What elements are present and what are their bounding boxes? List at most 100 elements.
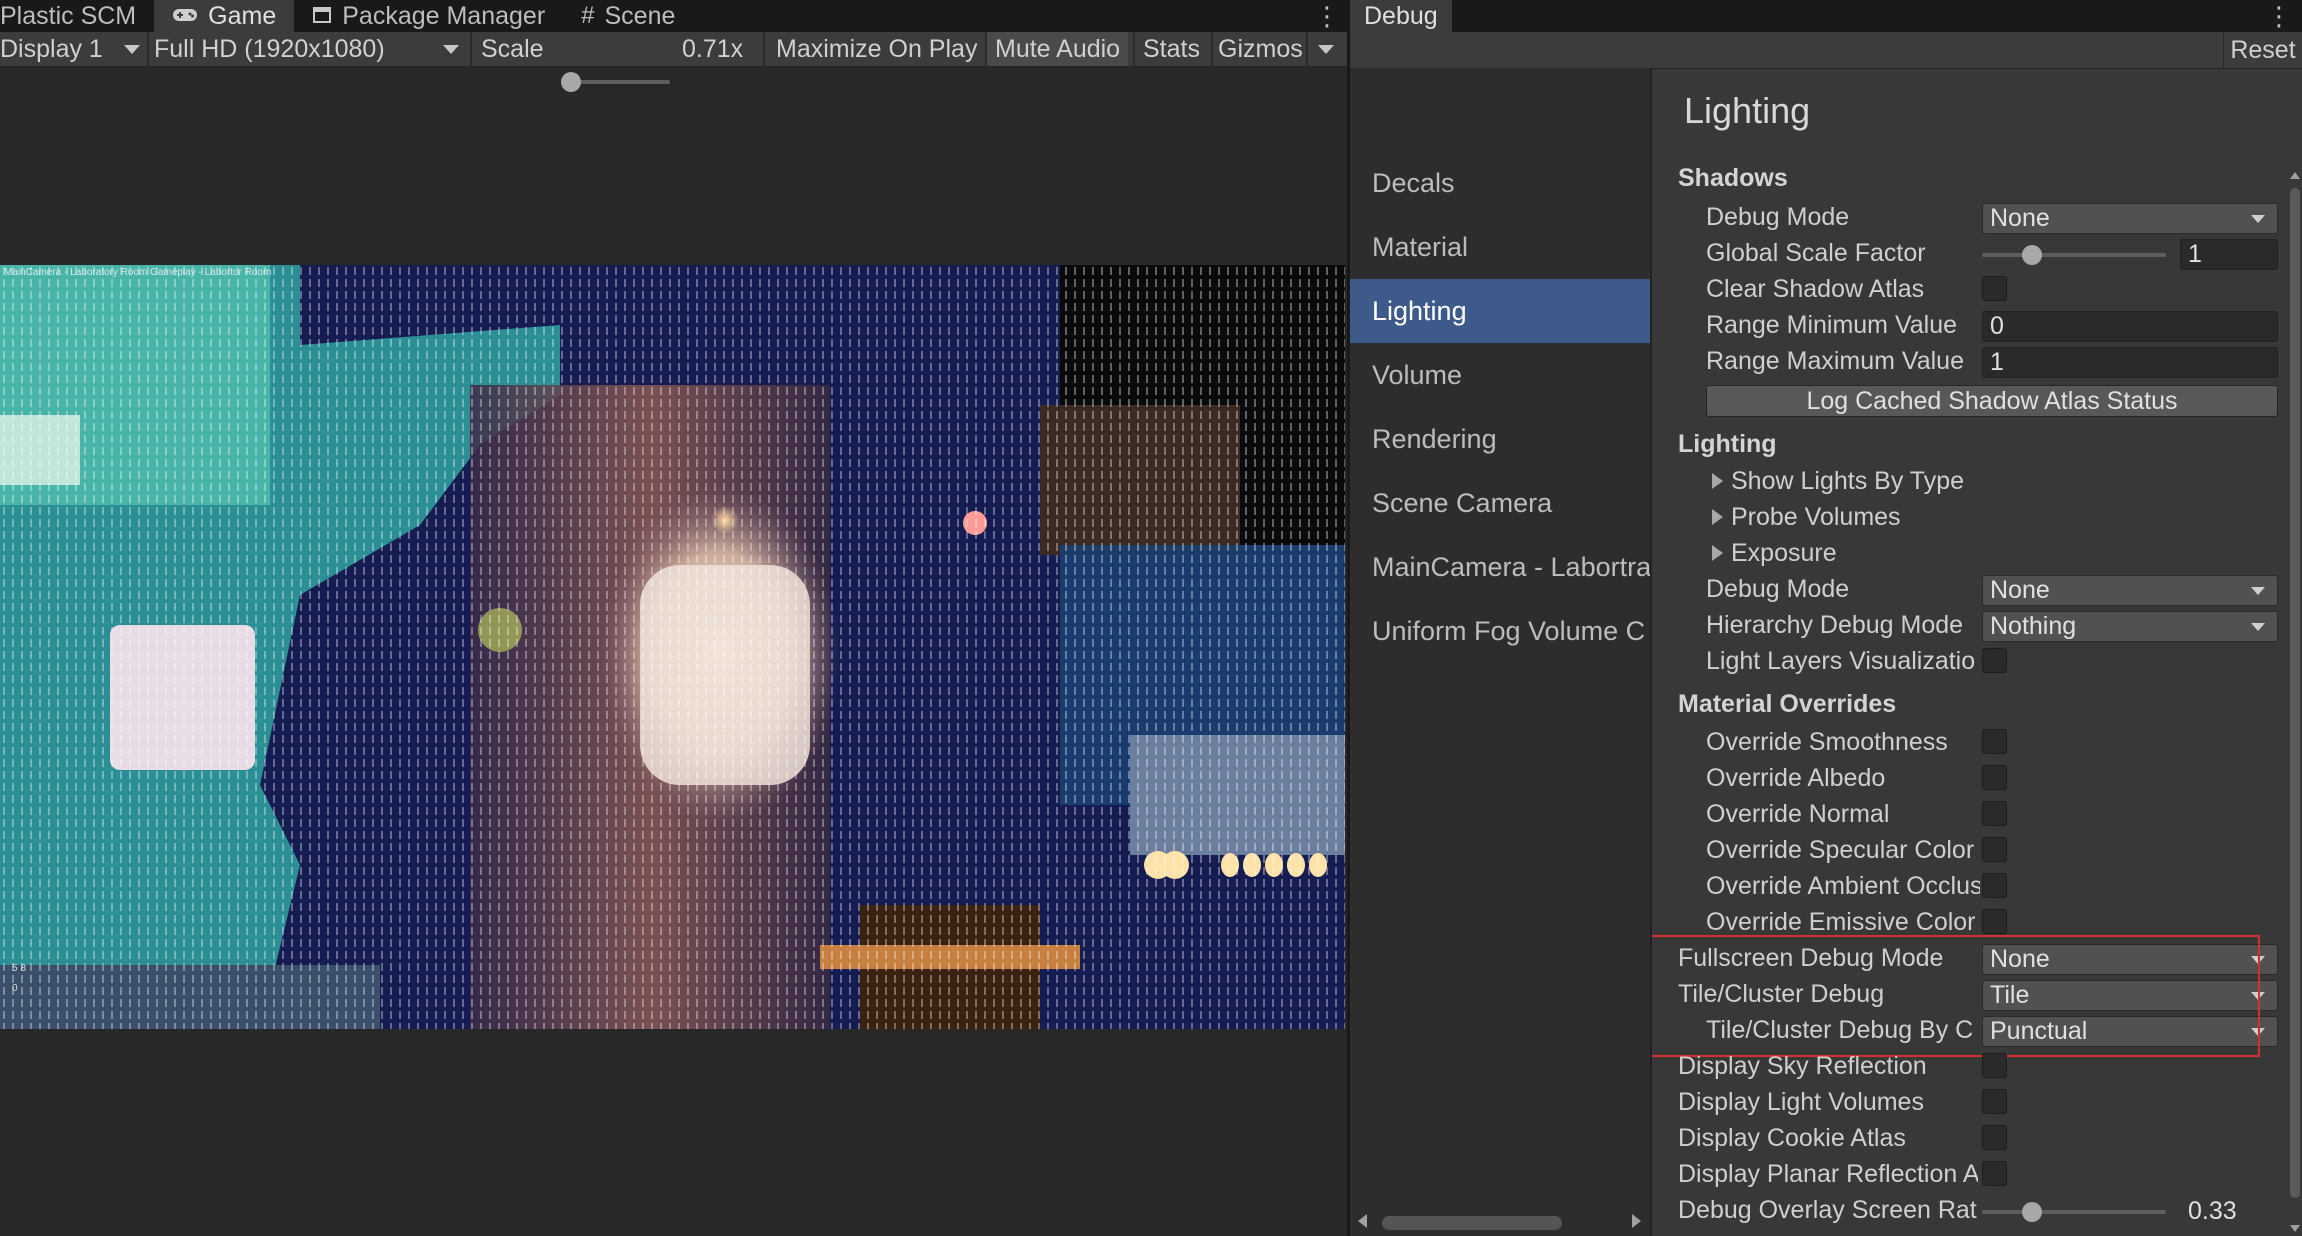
lighting-debug-mode-value: None	[1990, 576, 2050, 604]
clear-shadow-atlas-checkbox[interactable]	[1982, 276, 2007, 301]
tile-cluster-debug-by-category-label: Tile/Cluster Debug By C	[1706, 1016, 1974, 1044]
nav-item-rendering[interactable]: Rendering	[1350, 407, 1650, 471]
nav-item-volume[interactable]: Volume	[1350, 343, 1650, 407]
gizmos-label: Gizmos	[1218, 34, 1303, 63]
nav-horizontal-scrollbar[interactable]	[1350, 1208, 1650, 1236]
global-scale-factor-knob[interactable]	[2021, 245, 2042, 265]
maximize-on-play-toggle[interactable]: Maximize On Play	[766, 32, 987, 66]
display-planar-reflection-checkbox[interactable]	[1982, 1161, 2007, 1186]
light-layers-visualization-checkbox[interactable]	[1982, 648, 2007, 673]
stats-toggle[interactable]: Stats	[1136, 32, 1207, 66]
tab-debug-label: Debug	[1364, 1, 1438, 30]
reset-button[interactable]: Reset	[2223, 32, 2302, 68]
scroll-left-icon[interactable]	[1358, 1214, 1367, 1228]
nav-item-label: Scene Camera	[1372, 487, 1553, 518]
nav-item-decals[interactable]: Decals	[1350, 151, 1650, 215]
display-light-volumes-checkbox[interactable]	[1982, 1089, 2007, 1114]
debug-stat-text: 5 8	[12, 963, 26, 974]
panel-title: Lighting	[1684, 90, 1811, 131]
nav-item-scene-camera[interactable]: Scene Camera	[1350, 471, 1650, 535]
global-scale-factor-value: 1	[2188, 240, 2202, 268]
resolution-dropdown-label: Full HD (1920x1080)	[154, 34, 385, 63]
tile-cluster-debug-value: Tile	[1990, 981, 2030, 1009]
mute-audio-label: Mute Audio	[995, 34, 1121, 63]
tab-plastic-scm[interactable]: Plastic SCM	[0, 0, 154, 32]
nav-scroll-thumb[interactable]	[1382, 1216, 1562, 1230]
nav-item-lighting[interactable]: Lighting	[1350, 279, 1650, 343]
reset-button-label: Reset	[2230, 35, 2296, 64]
lighting-header[interactable]: Lighting	[1678, 430, 1777, 459]
display-dropdown[interactable]: Display 1	[0, 32, 145, 66]
override-albedo-checkbox[interactable]	[1982, 765, 2007, 790]
scale-label: Scale	[481, 34, 544, 63]
debug-toolbar: Reset	[1350, 32, 2302, 69]
exposure-foldout[interactable]: Exposure	[1712, 536, 1837, 570]
content-vertical-scrollbar[interactable]	[2288, 168, 2302, 1236]
hierarchy-debug-mode-dropdown[interactable]: Nothing	[1982, 611, 2278, 642]
show-lights-by-type-foldout[interactable]: Show Lights By Type	[1712, 464, 1964, 498]
nav-item-material[interactable]: Material	[1350, 215, 1650, 279]
global-scale-factor-field[interactable]: 1	[2180, 239, 2278, 270]
log-cached-shadow-atlas-button[interactable]: Log Cached Shadow Atlas Status	[1706, 385, 2278, 417]
gizmos-toggle[interactable]: Gizmos	[1213, 32, 1308, 66]
tab-package-manager[interactable]: Package Manager	[294, 0, 563, 32]
lighting-debug-mode-dropdown[interactable]: None	[1982, 575, 2278, 606]
game-window-menu-icon[interactable]: ⋮	[1314, 0, 1340, 32]
range-maximum-field[interactable]: 1	[1982, 347, 2278, 378]
fullscreen-debug-mode-dropdown[interactable]: None	[1982, 944, 2278, 975]
nav-item-label: Decals	[1372, 167, 1455, 198]
package-icon	[312, 2, 332, 31]
tile-cluster-debug-dropdown[interactable]: Tile	[1982, 980, 2278, 1011]
scroll-down-icon[interactable]	[2290, 1225, 2300, 1232]
scroll-right-icon[interactable]	[1632, 1214, 1641, 1228]
tab-plastic-scm-label: Plastic SCM	[0, 1, 137, 30]
shadow-debug-mode-dropdown[interactable]: None	[1982, 203, 2278, 234]
tab-scene[interactable]: # Scene	[563, 0, 693, 32]
display-cookie-atlas-checkbox[interactable]	[1982, 1125, 2007, 1150]
resolution-dropdown[interactable]: Full HD (1920x1080)	[154, 32, 464, 66]
content-scroll-thumb[interactable]	[2290, 188, 2300, 1198]
scale-slider-knob[interactable]	[561, 72, 582, 92]
probe-volumes-foldout[interactable]: Probe Volumes	[1712, 500, 1901, 534]
game-viewport[interactable]: MainCamera - Laboratory Room Gameplay - …	[0, 265, 1345, 1029]
override-emissive-color-checkbox[interactable]	[1982, 909, 2007, 934]
chevron-down-icon	[2251, 956, 2265, 964]
shadow-debug-mode-label: Debug Mode	[1706, 203, 1850, 231]
scale-value: 0.71x	[682, 34, 744, 63]
override-smoothness-checkbox[interactable]	[1982, 729, 2007, 754]
tile-cluster-debug-by-category-dropdown[interactable]: Punctual	[1982, 1016, 2278, 1047]
range-minimum-field[interactable]: 0	[1982, 311, 2278, 342]
range-minimum-value: 0	[1990, 312, 2004, 340]
scale-slider[interactable]	[566, 80, 670, 84]
debug-window: Debug ⋮ Reset Decals Material Lighting V…	[1350, 0, 2302, 1236]
display-light-volumes-label: Display Light Volumes	[1678, 1088, 1924, 1116]
debug-overlay-screen-ratio-slider[interactable]	[1982, 1210, 2166, 1214]
tile-cluster-debug-by-category-value: Punctual	[1990, 1017, 2088, 1045]
toolbar-separator	[1306, 32, 1308, 66]
nav-item-main-camera[interactable]: MainCamera - Labortra	[1350, 535, 1650, 599]
tab-game[interactable]: Game	[154, 0, 295, 32]
debug-overlay-screen-ratio-field[interactable]: 0.33	[2180, 1196, 2278, 1227]
tab-debug[interactable]: Debug	[1350, 0, 1452, 32]
debug-window-menu-icon[interactable]: ⋮	[2266, 0, 2292, 32]
override-specular-color-checkbox[interactable]	[1982, 837, 2007, 862]
clear-shadow-atlas-label: Clear Shadow Atlas	[1706, 275, 1925, 303]
material-overrides-header[interactable]: Material Overrides	[1678, 690, 1896, 719]
display-sky-reflection-checkbox[interactable]	[1982, 1053, 2007, 1078]
nav-item-label: MainCamera - Labortra	[1372, 551, 1652, 582]
tile-cluster-debug-label: Tile/Cluster Debug	[1678, 980, 1885, 1008]
debug-overlay-screen-ratio-knob[interactable]	[2021, 1202, 2042, 1222]
override-ambient-occlusion-checkbox[interactable]	[1982, 873, 2007, 898]
range-maximum-label: Range Maximum Value	[1706, 347, 1964, 375]
shadow-debug-mode-value: None	[1990, 204, 2050, 232]
mute-audio-toggle[interactable]: Mute Audio	[987, 32, 1129, 66]
chevron-down-icon	[2251, 587, 2265, 595]
shadows-header[interactable]: Shadows	[1678, 164, 1788, 193]
global-scale-factor-slider[interactable]	[1982, 253, 2166, 257]
nav-item-uniform-fog[interactable]: Uniform Fog Volume C	[1350, 599, 1650, 663]
gizmos-dropdown[interactable]	[1310, 32, 1342, 66]
scroll-up-icon[interactable]	[2290, 172, 2300, 179]
display-sky-reflection-label: Display Sky Reflection	[1678, 1052, 1927, 1080]
override-ambient-occlusion-label: Override Ambient Occlus	[1706, 872, 1980, 900]
override-normal-checkbox[interactable]	[1982, 801, 2007, 826]
